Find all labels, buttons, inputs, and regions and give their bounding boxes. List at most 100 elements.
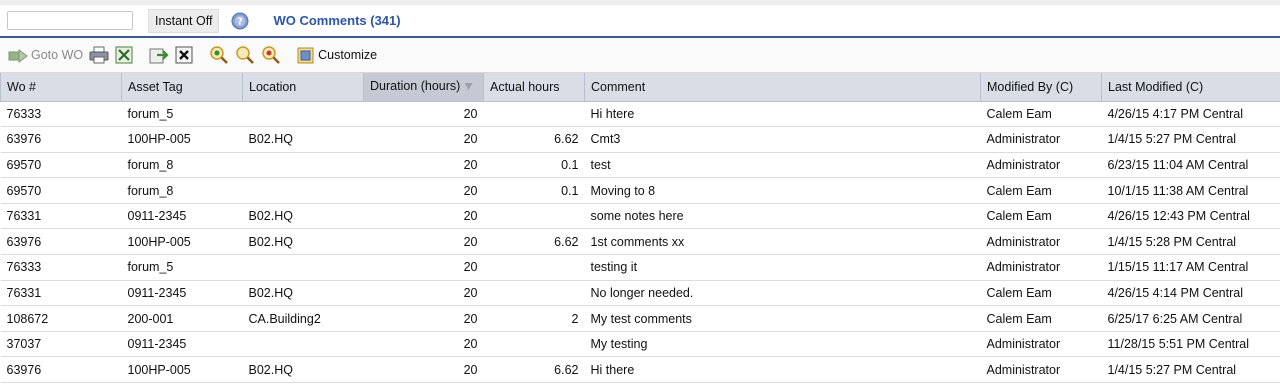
table-row[interactable]: 63976 100HP-005 B02.HQ 20 6.62 1st comments x…	[0, 228, 1280, 256]
excel-export-button[interactable]	[115, 43, 133, 67]
column-header-location[interactable]: Location	[242, 73, 364, 102]
cell-wo: 63976	[0, 356, 122, 384]
column-header-label: Modified By (C)	[987, 79, 1074, 94]
cell-modified_by: Administrator	[980, 228, 1102, 256]
cell-wo: 76331	[0, 203, 122, 230]
export-button[interactable]	[149, 43, 169, 67]
cell-location: B02.HQ	[242, 203, 364, 230]
search-input[interactable]	[7, 11, 133, 30]
table-row[interactable]: 76331 0911-2345 B02.HQ 20 No longer needed. C…	[0, 280, 1280, 307]
cell-asset: forum_5	[121, 101, 243, 128]
cell-wo: 63976	[0, 126, 122, 153]
cell-actual: 2	[483, 305, 585, 332]
column-header-label: Duration (hours)	[370, 79, 461, 94]
column-header-comment[interactable]: Comment	[584, 73, 981, 102]
cell-wo: 76333	[0, 101, 122, 128]
cell-location	[242, 177, 364, 204]
cell-actual	[483, 331, 585, 358]
column-header-duration[interactable]: Duration (hours)	[363, 73, 484, 102]
table-row[interactable]: 37037 0911-2345 20 My testing Administrator 1…	[0, 331, 1280, 358]
cell-location: B02.HQ	[242, 126, 364, 153]
cell-duration: 20	[363, 126, 484, 153]
table-row[interactable]: 63976 100HP-005 B02.HQ 20 6.62 Hi there Admini…	[0, 356, 1280, 384]
column-header-label: Wo #	[7, 79, 36, 94]
goto-wo-button[interactable]: Goto WO	[8, 43, 83, 67]
cell-comment: test	[584, 152, 981, 179]
zoom-button[interactable]	[235, 43, 255, 67]
table-row[interactable]: 76333 forum_5 20 Hi htere Calem Eam 4/26/15 4…	[0, 101, 1280, 128]
cell-asset: 100HP-005	[121, 126, 243, 153]
table-row[interactable]: 108672 200-001 CA.Building2 20 2 My test comm…	[0, 305, 1280, 332]
goto-wo-label: Goto WO	[31, 48, 84, 62]
cell-last_modified: 6/23/15 11:04 AM Central	[1101, 152, 1280, 179]
cell-wo: 69570	[0, 177, 122, 204]
toolbar: Goto WO Customize	[0, 38, 1280, 73]
column-header-label: Location	[249, 79, 297, 94]
customize-button[interactable]: Customize	[297, 43, 377, 67]
zoom-icon	[235, 45, 255, 65]
cell-actual: 6.62	[483, 356, 585, 384]
cell-wo: 69570	[0, 152, 122, 179]
cell-location	[242, 254, 364, 281]
cell-actual	[483, 254, 585, 281]
cell-asset: 0911-2345	[121, 331, 243, 358]
cell-comment: Moving to 8	[584, 177, 981, 204]
table-row[interactable]: 69570 forum_8 20 0.1 test Administrator 6/23/1…	[0, 152, 1280, 179]
cell-last_modified: 1/4/15 5:28 PM Central	[1101, 228, 1280, 256]
cell-modified_by: Administrator	[980, 126, 1102, 153]
help-circle-icon[interactable]: ?	[231, 12, 249, 30]
cell-comment: some notes here	[584, 203, 981, 230]
table-row[interactable]: 63976 100HP-005 B02.HQ 20 6.62 Cmt3 Administra…	[0, 126, 1280, 153]
wo-comments-table: Wo # Asset Tag Location Duration (hours)…	[0, 73, 1280, 384]
cell-duration: 20	[363, 331, 484, 358]
cell-asset: forum_5	[121, 254, 243, 281]
cell-location	[242, 101, 364, 128]
excel-export-icon	[115, 46, 133, 64]
column-header-label: Asset Tag	[128, 79, 183, 94]
table-row[interactable]: 69570 forum_8 20 0.1 Moving to 8 Calem Eam 10/…	[0, 177, 1280, 204]
cell-duration: 20	[363, 305, 484, 332]
svg-text:?: ?	[238, 16, 244, 27]
zoom-in-button[interactable]	[209, 43, 229, 67]
cell-actual: 0.1	[483, 177, 585, 204]
cell-asset: 200-001	[121, 305, 243, 332]
search-bar: Instant Off ? WO Comments (341)	[0, 5, 1280, 38]
column-header-last-modified[interactable]: Last Modified (C)	[1101, 73, 1280, 102]
cell-last_modified: 1/4/15 5:27 PM Central	[1101, 126, 1280, 153]
cell-last_modified: 4/26/15 4:17 PM Central	[1101, 101, 1280, 128]
instant-toggle-label: Instant Off	[155, 13, 213, 28]
instant-toggle-button[interactable]: Instant Off	[148, 8, 220, 33]
cell-modified_by: Administrator	[980, 254, 1102, 281]
cell-comment: My testing	[584, 331, 981, 358]
cell-actual: 6.62	[483, 126, 585, 153]
cell-location: B02.HQ	[242, 356, 364, 384]
cell-modified_by: Calem Eam	[980, 203, 1102, 230]
cell-comment: No longer needed.	[584, 280, 981, 307]
cell-wo: 63976	[0, 228, 122, 256]
column-header-label: Actual hours	[490, 79, 560, 94]
column-header-label: Comment	[591, 79, 646, 94]
zoom-out-icon	[261, 45, 281, 65]
cell-comment: My test comments	[584, 305, 981, 332]
customize-label: Customize	[318, 48, 378, 62]
cell-comment: testing it	[584, 254, 981, 281]
cell-asset: forum_8	[121, 177, 243, 204]
print-icon	[89, 46, 109, 64]
table-row[interactable]: 76331 0911-2345 B02.HQ 20 some notes here Cal…	[0, 203, 1280, 230]
cell-actual	[483, 280, 585, 307]
cell-duration: 20	[363, 356, 484, 384]
table-row[interactable]: 76333 forum_5 20 testing it Administrator 1/1…	[0, 254, 1280, 281]
column-header-label: Last Modified (C)	[1108, 79, 1204, 94]
cell-actual	[483, 101, 585, 128]
cell-last_modified: 10/1/15 11:38 AM Central	[1101, 177, 1280, 204]
column-header-actual-hours[interactable]: Actual hours	[483, 73, 585, 102]
column-header-wo[interactable]: Wo #	[0, 73, 122, 102]
print-button[interactable]	[89, 43, 109, 67]
column-header-asset-tag[interactable]: Asset Tag	[121, 73, 243, 102]
column-header-modified-by[interactable]: Modified By (C)	[980, 73, 1102, 102]
cell-modified_by: Calem Eam	[980, 177, 1102, 204]
delete-button[interactable]	[175, 43, 193, 67]
sort-descending-icon	[464, 80, 473, 94]
delete-icon	[175, 46, 193, 64]
zoom-out-button[interactable]	[261, 43, 281, 67]
